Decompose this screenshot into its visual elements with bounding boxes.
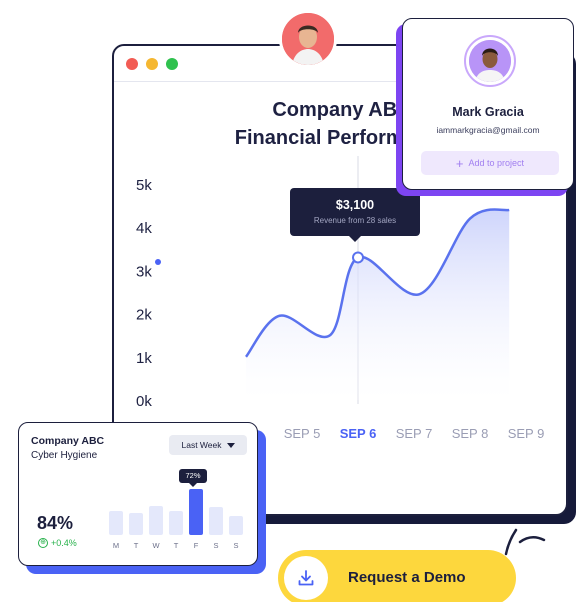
add-to-project-label: Add to project — [468, 158, 525, 168]
day-label: M — [112, 541, 120, 550]
hygiene-bar — [149, 506, 163, 535]
period-dropdown[interactable]: Last Week — [169, 435, 247, 455]
revenue-area — [246, 209, 510, 400]
hygiene-company: Company ABC — [31, 435, 105, 447]
revenue-tooltip: $3,100 Revenue from 28 sales — [290, 188, 420, 242]
hygiene-bar — [209, 507, 223, 535]
plus-icon: + — [455, 155, 464, 171]
tooltip-arrow — [349, 236, 361, 242]
profile-card: Mark Gracia iammarkgracia@gmail.com + Ad… — [402, 18, 574, 190]
y-tick-label: 0k — [136, 393, 152, 410]
highlight-point — [352, 251, 364, 264]
day-label: F — [193, 541, 199, 550]
profile-email: iammarkgracia@gmail.com — [436, 125, 540, 135]
day-label: W — [152, 541, 160, 550]
add-to-project-button[interactable]: + Add to project — [421, 151, 559, 175]
hygiene-percent: 84% — [37, 513, 74, 533]
avatar[interactable] — [279, 10, 337, 68]
profile-name: Mark Gracia — [452, 105, 524, 119]
profile-avatar[interactable] — [469, 40, 511, 82]
y-tick-label: 2k — [136, 307, 152, 324]
hygiene-bar — [109, 511, 123, 535]
person-avatar-icon — [282, 13, 334, 65]
day-label: S — [233, 541, 239, 550]
y-tick-label: 1k — [136, 350, 152, 367]
day-label: T — [133, 541, 139, 550]
hygiene-delta: ⊕ +0.4% — [38, 538, 77, 548]
tooltip-amount: $3,100 — [335, 198, 375, 212]
hygiene-bar — [169, 511, 183, 535]
person-avatar-icon — [469, 40, 511, 82]
bar-value-badge: 72% — [179, 469, 207, 487]
period-dropdown-label: Last Week — [181, 440, 222, 450]
day-label: S — [213, 541, 219, 550]
hygiene-bar — [229, 516, 243, 535]
request-demo-label: Request a Demo — [348, 569, 466, 586]
request-demo-button[interactable]: Request a Demo — [278, 550, 516, 602]
axis-marker-dot — [155, 259, 161, 265]
hygiene-bar-chart — [109, 489, 249, 535]
x-tick-label: SEP 9 — [508, 426, 545, 441]
hygiene-delta-value: +0.4% — [51, 538, 77, 548]
tooltip-subtitle: Revenue from 28 sales — [313, 216, 397, 225]
x-tick-label: SEP 5 — [284, 426, 321, 441]
plus-circle-icon: ⊕ — [38, 538, 48, 548]
decorative-strokes — [504, 528, 546, 556]
download-icon — [298, 570, 314, 586]
hygiene-card: Company ABC Cyber Hygiene Last Week 84% … — [18, 422, 258, 566]
profile-avatar-ring — [464, 35, 516, 87]
stage: Company ABC Financial Performance 5k 4k 3k… — [0, 0, 578, 602]
day-label: T — [173, 541, 179, 550]
hygiene-bar — [129, 513, 143, 535]
download-icon-circle — [284, 556, 328, 600]
y-tick-label: 4k — [136, 220, 152, 237]
hygiene-subtitle: Cyber Hygiene — [31, 450, 98, 461]
x-tick-label: SEP 6 — [340, 426, 377, 441]
hygiene-bar — [189, 489, 203, 535]
x-tick-label: SEP 8 — [452, 426, 489, 441]
caret-down-icon — [226, 442, 235, 448]
y-tick-label: 3k — [136, 263, 152, 280]
x-tick-label: SEP 7 — [396, 426, 433, 441]
y-tick-label: 5k — [136, 177, 152, 194]
